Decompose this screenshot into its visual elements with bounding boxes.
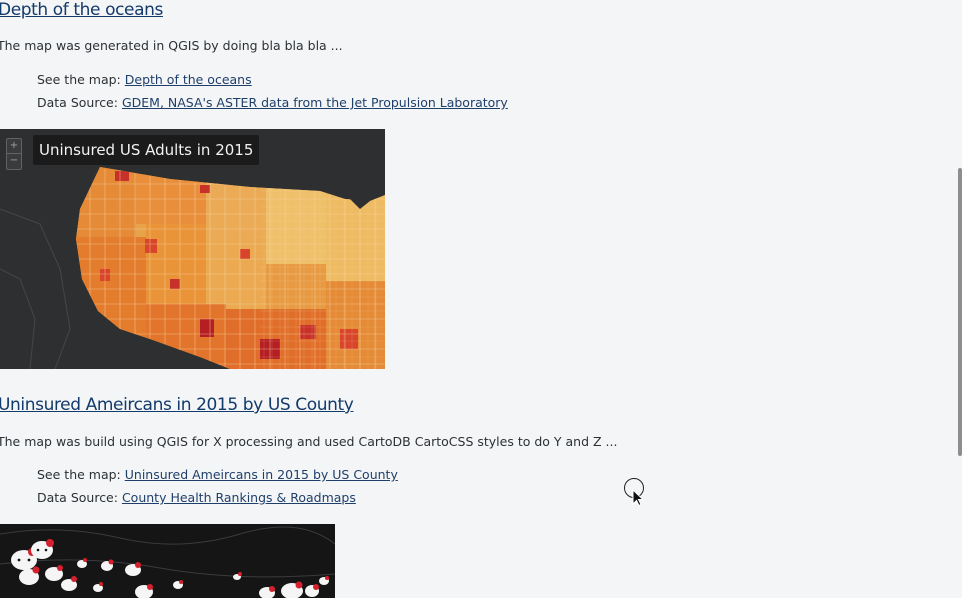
see-map-row: See the map: Depth of the oceans	[37, 72, 252, 88]
page-scrollbar[interactable]	[958, 168, 962, 456]
map-zoom-control: + −	[6, 138, 22, 170]
project-title-depth-oceans[interactable]: Depth of the oceans	[0, 0, 163, 20]
mouse-cursor-icon	[624, 478, 646, 510]
see-map-label: See the map:	[37, 467, 121, 482]
project-description: The map was build using QGIS for X proce…	[0, 434, 618, 449]
data-source-link[interactable]: County Health Rankings & Roadmaps	[122, 490, 356, 505]
data-source-row: Data Source: GDEM, NASA's ASTER data fro…	[37, 95, 508, 111]
zoom-in-icon[interactable]: +	[7, 139, 21, 154]
see-map-link[interactable]: Uninsured Ameircans in 2015 by US County	[125, 467, 398, 482]
map-title-label: Uninsured US Adults in 2015	[33, 135, 260, 165]
data-source-row: Data Source: County Health Rankings & Ro…	[37, 490, 356, 506]
hello-kitty-map[interactable]	[0, 524, 335, 598]
hello-kitty-marker-icon	[11, 539, 329, 598]
project-title-uninsured[interactable]: Uninsured Ameircans in 2015 by US County	[0, 395, 354, 415]
uninsured-map[interactable]	[0, 129, 385, 369]
project-description: The map was generated in QGIS by doing b…	[0, 38, 343, 53]
data-source-label: Data Source:	[37, 95, 118, 110]
us-choropleth-map	[0, 167, 385, 369]
data-source-link[interactable]: GDEM, NASA's ASTER data from the Jet Pro…	[122, 95, 508, 110]
zoom-out-icon[interactable]: −	[7, 154, 21, 169]
see-map-row: See the map: Uninsured Ameircans in 2015…	[37, 467, 398, 483]
see-map-link[interactable]: Depth of the oceans	[125, 72, 252, 87]
data-source-label: Data Source:	[37, 490, 118, 505]
marker-map-preview	[0, 526, 335, 598]
see-map-label: See the map:	[37, 72, 121, 87]
